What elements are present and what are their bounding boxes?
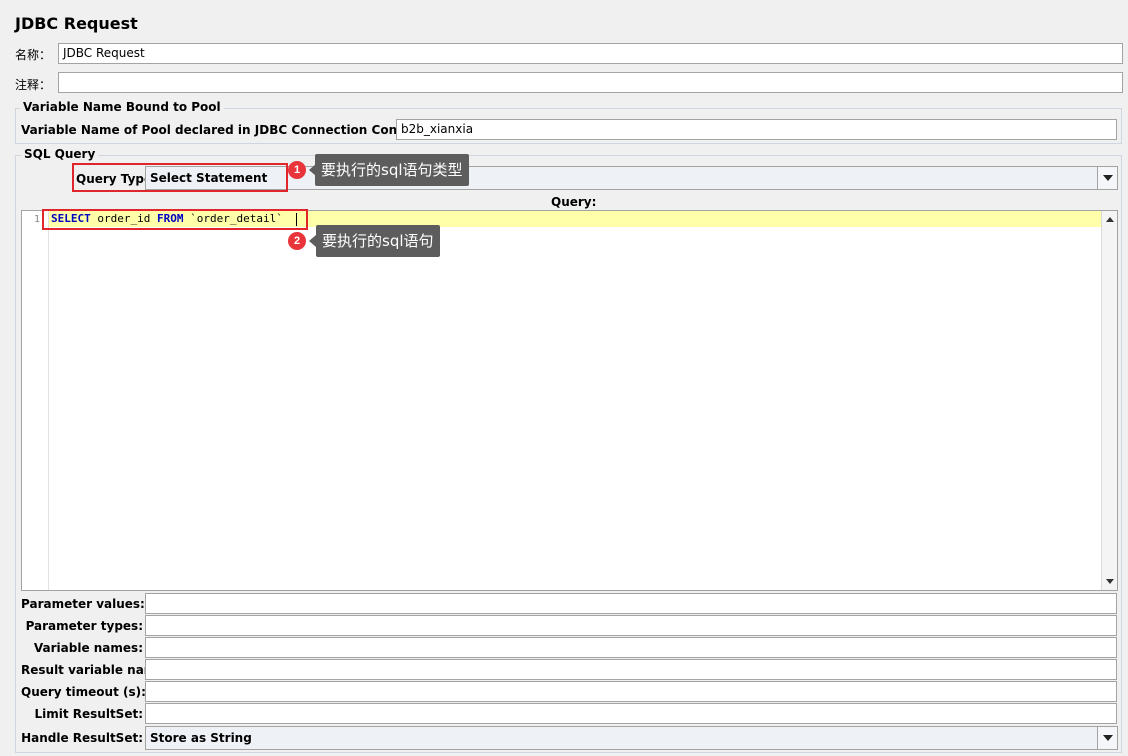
callout-arrow-2: [309, 235, 316, 247]
scroll-up-button[interactable]: [1102, 212, 1117, 227]
limit-resultset-input[interactable]: [145, 703, 1117, 724]
parameter-types-label: Parameter types:: [25, 619, 143, 633]
arrow-up-icon: [1105, 217, 1114, 222]
variable-names-label: Variable names:: [33, 641, 143, 655]
line-number: 1: [33, 214, 40, 225]
handle-resultset-dropdown-button[interactable]: [1097, 727, 1117, 749]
arrow-down-icon: [1105, 579, 1114, 584]
variable-names-input[interactable]: [145, 637, 1117, 658]
handle-resultset-value: Store as String: [150, 731, 252, 745]
annotation-badge-1: 1: [288, 161, 306, 179]
limit-resultset-label: Limit ResultSet:: [34, 707, 143, 721]
editor-vertical-scrollbar[interactable]: [1101, 211, 1117, 590]
query-timeout-input[interactable]: [145, 681, 1117, 702]
chevron-down-icon: [1102, 735, 1113, 741]
result-variable-name-label: Result variable name:: [21, 663, 170, 677]
line-number-gutter: 1: [22, 211, 49, 590]
annotation-highlight-sql: [42, 209, 308, 230]
query-timeout-label: Query timeout (s):: [21, 685, 146, 699]
pool-legend: Variable Name Bound to Pool: [20, 100, 224, 114]
name-label: 名称：: [15, 48, 52, 62]
query-type-dropdown-button[interactable]: [1097, 167, 1117, 189]
annotation-callout-1: 要执行的sql语句类型: [315, 154, 469, 186]
parameter-types-input[interactable]: [145, 615, 1117, 636]
parameter-values-label: Parameter values:: [21, 597, 145, 611]
comments-input[interactable]: [58, 72, 1123, 93]
annotation-callout-2: 要执行的sql语句: [316, 225, 440, 257]
pool-input[interactable]: b2b_xianxia: [396, 119, 1117, 140]
annotation-badge-2: 2: [288, 232, 306, 250]
parameter-values-input[interactable]: [145, 593, 1117, 614]
handle-resultset-select[interactable]: Store as String: [145, 726, 1118, 750]
chevron-down-icon: [1102, 175, 1113, 181]
sql-query-legend: SQL Query: [21, 147, 99, 161]
page-title: JDBC Request: [15, 14, 138, 33]
query-label: Query:: [551, 195, 597, 209]
annotation-highlight-query-type: [72, 163, 288, 192]
name-input[interactable]: JDBC Request: [58, 43, 1123, 64]
sql-editor[interactable]: 1 SELECT order_id FROM `order_detail`: [21, 210, 1118, 591]
scroll-down-button[interactable]: [1102, 574, 1117, 589]
result-variable-name-input[interactable]: [145, 659, 1117, 680]
comments-label: 注释：: [15, 78, 52, 92]
handle-resultset-label: Handle ResultSet:: [21, 731, 143, 745]
